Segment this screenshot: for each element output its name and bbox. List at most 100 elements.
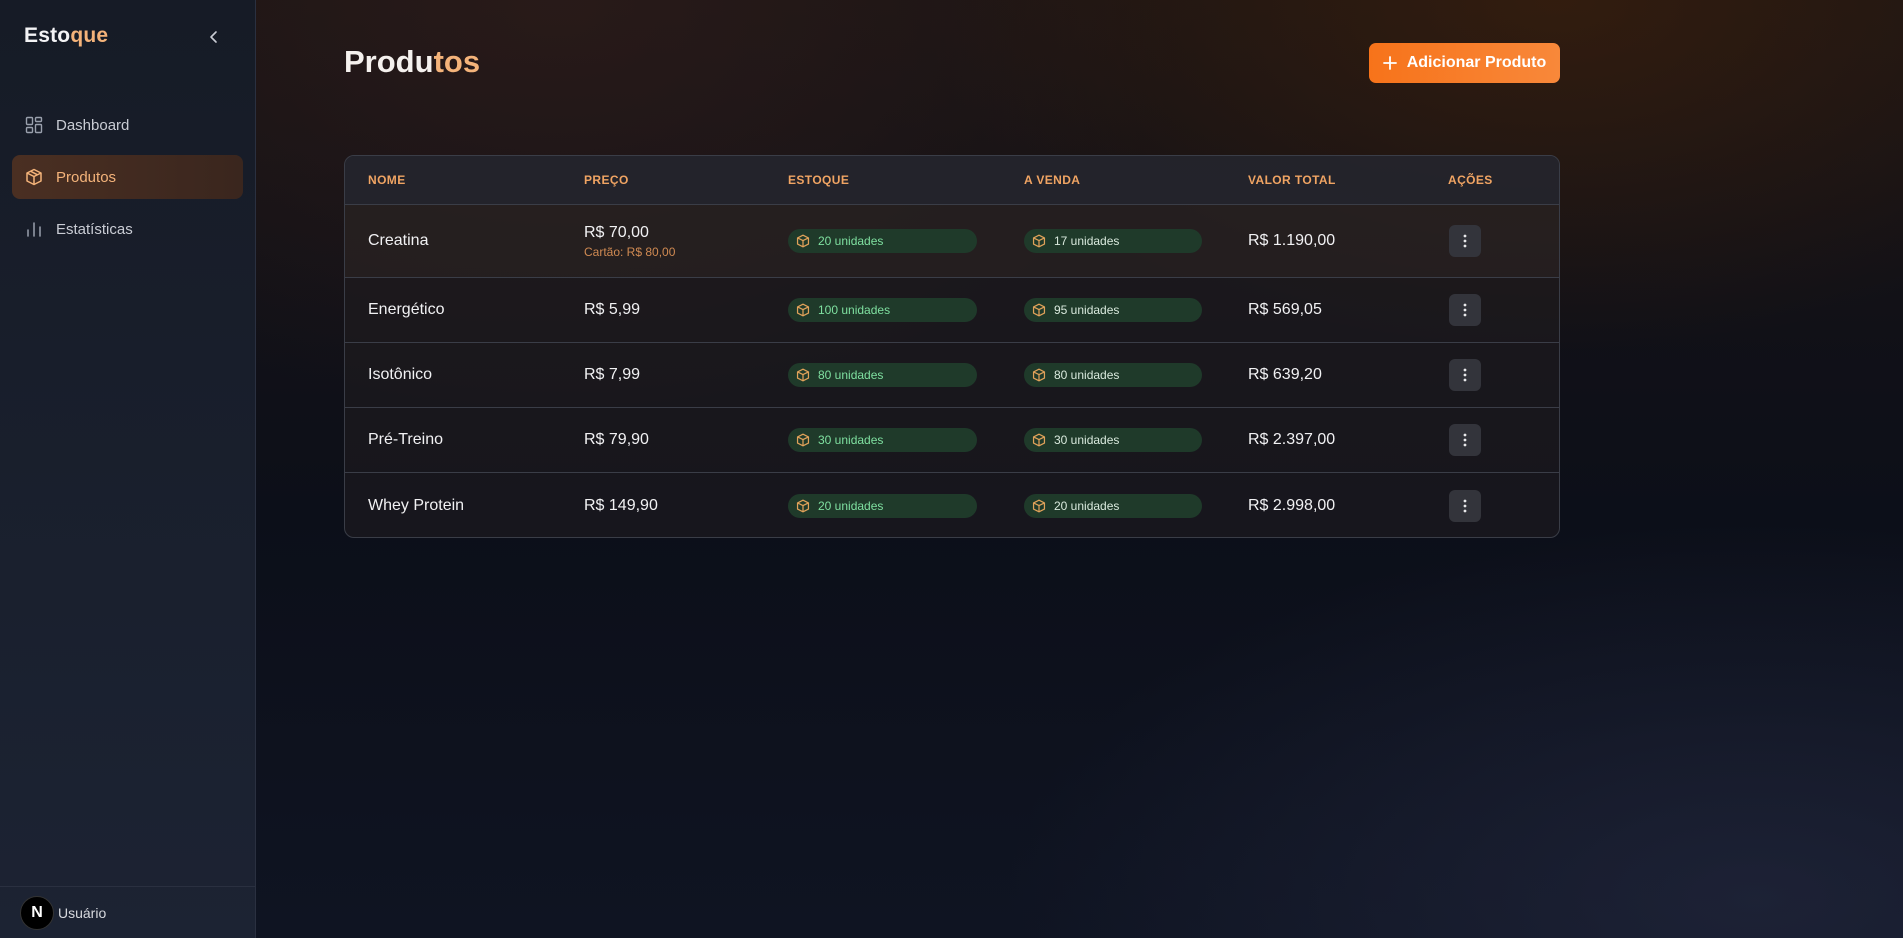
column-header-acoes: AÇÕES xyxy=(1448,173,1493,187)
table-row: Pré-Treino R$ 79,90 30 unidades 30 unida… xyxy=(345,408,1559,473)
box-icon xyxy=(795,498,811,514)
sidebar-item-label: Dashboard xyxy=(56,116,130,134)
sale-pill: 95 unidades xyxy=(1024,298,1202,322)
brand-part-1: Esto xyxy=(24,24,71,47)
stock-badge: 30 unidades xyxy=(788,428,977,452)
app: Estoque Dashboard Produtos Estatísticas … xyxy=(0,0,1903,938)
add-product-button[interactable]: Adicionar Produto xyxy=(1369,43,1560,83)
price-card-value: Cartão: R$ 80,00 xyxy=(584,244,676,259)
table-row: Energético R$ 5,99 100 unidades 95 unida… xyxy=(345,278,1559,343)
row-actions-button[interactable] xyxy=(1449,225,1481,257)
more-vertical-icon xyxy=(1463,433,1467,447)
row-actions-button[interactable] xyxy=(1449,489,1481,522)
product-price: R$ 5,99 xyxy=(584,301,640,319)
brand-logo: Estoque xyxy=(24,24,108,48)
stock-badge: 20 unidades xyxy=(788,229,977,253)
product-price: R$ 79,90 xyxy=(584,431,649,449)
sale-pill: 30 unidades xyxy=(1024,428,1202,452)
stock-value: 80 unidades xyxy=(818,368,884,382)
box-icon xyxy=(24,167,44,187)
product-name: Creatina xyxy=(368,232,429,249)
stock-pill: 20 unidades xyxy=(788,229,977,253)
sidebar-nav: Dashboard Produtos Estatísticas xyxy=(12,103,243,259)
row-actions-button[interactable] xyxy=(1449,294,1481,326)
more-vertical-icon xyxy=(1463,234,1467,248)
table-header: NOME PREÇO ESTOQUE A VENDA VALOR TOTAL A… xyxy=(345,156,1559,205)
product-name: Pré-Treino xyxy=(368,431,443,448)
sidebar: Estoque Dashboard Produtos Estatísticas … xyxy=(0,0,256,938)
box-icon xyxy=(1031,432,1047,448)
total-value: R$ 569,05 xyxy=(1248,301,1322,318)
product-name: Isotônico xyxy=(368,366,433,383)
sale-value: 30 unidades xyxy=(1054,433,1120,447)
stock-value: 100 unidades xyxy=(818,303,891,317)
stock-value: 30 unidades xyxy=(818,433,884,447)
column-header-valor-total: VALOR TOTAL xyxy=(1248,173,1336,187)
stock-badge: 20 unidades xyxy=(788,493,977,518)
sale-badge: 20 unidades xyxy=(1024,493,1202,518)
page-title-part-2: tos xyxy=(433,44,481,79)
product-price: R$ 149,90 xyxy=(584,497,658,515)
sale-badge: 80 unidades xyxy=(1024,363,1202,387)
brand-part-2: que xyxy=(70,24,109,47)
sidebar-item-dashboard[interactable]: Dashboard xyxy=(12,103,243,147)
user-name: Usuário xyxy=(58,904,107,921)
stock-pill: 20 unidades xyxy=(788,493,977,518)
stock-badge: 100 unidades xyxy=(788,298,977,322)
table-row: Creatina R$ 70,00 Cartão: R$ 80,00 20 un… xyxy=(345,205,1559,278)
price-value: R$ 70,00 xyxy=(584,223,649,241)
sale-value: 20 unidades xyxy=(1054,498,1120,513)
grid-icon xyxy=(24,115,44,135)
box-icon xyxy=(795,233,811,249)
box-icon xyxy=(1031,302,1047,318)
product-price: R$ 7,99 xyxy=(584,366,640,384)
box-icon xyxy=(1031,498,1047,514)
sale-pill: 20 unidades xyxy=(1024,493,1202,518)
sale-pill: 17 unidades xyxy=(1024,229,1202,253)
row-actions-button[interactable] xyxy=(1449,424,1481,456)
sale-value: 80 unidades xyxy=(1054,368,1120,382)
column-header-nome: NOME xyxy=(368,173,406,187)
total-value: R$ 1.190,00 xyxy=(1248,232,1336,249)
total-value: R$ 2.998,00 xyxy=(1248,496,1336,514)
sidebar-item-produtos[interactable]: Produtos xyxy=(12,155,243,199)
more-vertical-icon xyxy=(1463,303,1467,317)
stock-pill: 30 unidades xyxy=(788,428,977,452)
stock-badge: 80 unidades xyxy=(788,363,977,387)
chevron-left-icon xyxy=(210,31,217,43)
collapse-sidebar-button[interactable] xyxy=(203,26,225,48)
total-value: R$ 2.397,00 xyxy=(1248,431,1336,448)
box-icon xyxy=(795,302,811,318)
user-profile[interactable]: N Usuário xyxy=(0,886,255,938)
main-content: Produtos Adicionar Produto NOME PREÇO ES… xyxy=(256,0,1903,938)
column-header-a-venda: A VENDA xyxy=(1024,173,1081,187)
more-vertical-icon xyxy=(1463,499,1467,512)
total-value: R$ 639,20 xyxy=(1248,366,1322,383)
price-value: R$ 7,99 xyxy=(584,366,641,383)
stock-pill: 100 unidades xyxy=(788,298,977,322)
sale-badge: 30 unidades xyxy=(1024,428,1202,452)
page-title-part-1: Produ xyxy=(344,44,434,79)
table-row: Isotônico R$ 7,99 80 unidades 80 unidade… xyxy=(345,343,1559,408)
table-row: Whey Protein R$ 149,90 20 unidades 20 un… xyxy=(345,473,1559,537)
product-name: Whey Protein xyxy=(368,496,465,514)
stock-pill: 80 unidades xyxy=(788,363,977,387)
price-value: R$ 79,90 xyxy=(584,431,649,448)
sidebar-item-estatisticas[interactable]: Estatísticas xyxy=(12,207,243,251)
stock-value: 20 unidades xyxy=(818,498,884,513)
sale-value: 17 unidades xyxy=(1054,234,1120,248)
sidebar-item-label: Estatísticas xyxy=(56,220,133,238)
add-product-label: Adicionar Produto xyxy=(1406,54,1547,71)
column-header-estoque: ESTOQUE xyxy=(788,173,850,187)
products-table: NOME PREÇO ESTOQUE A VENDA VALOR TOTAL A… xyxy=(344,155,1560,538)
product-price: R$ 70,00 Cartão: R$ 80,00 xyxy=(584,224,675,259)
price-value: R$ 149,90 xyxy=(584,496,658,514)
sale-value: 95 unidades xyxy=(1054,303,1120,317)
more-vertical-icon xyxy=(1463,368,1467,382)
avatar: N xyxy=(20,895,54,930)
row-actions-button[interactable] xyxy=(1449,359,1481,391)
box-icon xyxy=(795,432,811,448)
box-icon xyxy=(1031,233,1047,249)
sale-badge: 95 unidades xyxy=(1024,298,1202,322)
plus-icon xyxy=(1382,56,1397,70)
